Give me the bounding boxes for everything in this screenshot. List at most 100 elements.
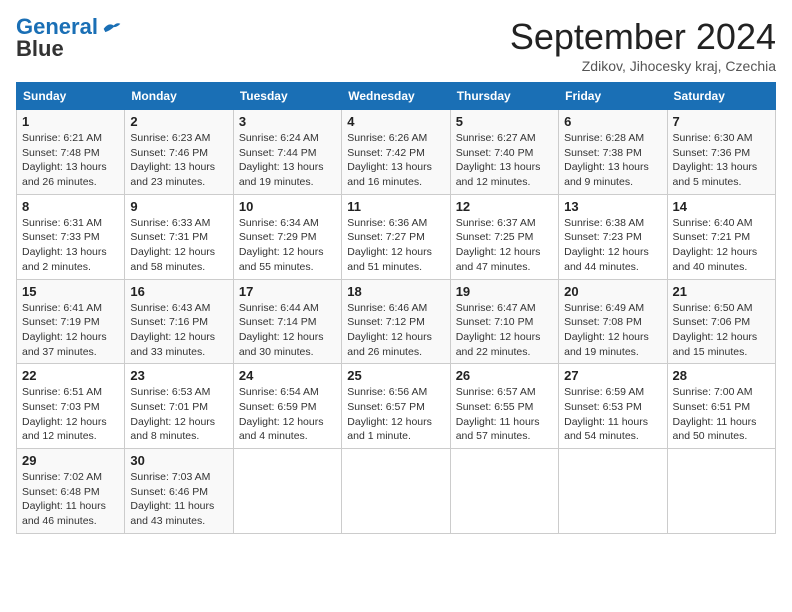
logo: General Blue (16, 16, 122, 60)
day-info: Sunrise: 6:24 AM Sunset: 7:44 PM Dayligh… (239, 131, 336, 190)
day-number: 28 (673, 368, 770, 383)
calendar-day-24: 24Sunrise: 6:54 AM Sunset: 6:59 PM Dayli… (233, 364, 341, 449)
day-info: Sunrise: 6:57 AM Sunset: 6:55 PM Dayligh… (456, 385, 553, 444)
weekday-header-tuesday: Tuesday (233, 83, 341, 110)
day-number: 25 (347, 368, 444, 383)
calendar-day-15: 15 Sunrise: 6:41 AM Sunset: 7:19 PM Dayli… (17, 279, 125, 364)
calendar-day-1: 1 Sunrise: 6:21 AM Sunset: 7:48 PM Daylig… (17, 110, 125, 195)
calendar-day-6: 6 Sunrise: 6:28 AM Sunset: 7:38 PM Daylig… (559, 110, 667, 195)
day-info: Sunrise: 6:53 AM Sunset: 7:01 PM Dayligh… (130, 385, 227, 444)
day-info: Sunrise: 6:28 AM Sunset: 7:38 PM Dayligh… (564, 131, 661, 190)
calendar-day-20: 20Sunrise: 6:49 AM Sunset: 7:08 PM Dayli… (559, 279, 667, 364)
day-info: Sunrise: 6:38 AM Sunset: 7:23 PM Dayligh… (564, 216, 661, 275)
calendar-week-1: 1 Sunrise: 6:21 AM Sunset: 7:48 PM Daylig… (17, 110, 776, 195)
weekday-header-monday: Monday (125, 83, 233, 110)
day-info: Sunrise: 7:02 AM Sunset: 6:48 PM Dayligh… (22, 470, 119, 529)
day-info: Sunrise: 6:31 AM Sunset: 7:33 PM Dayligh… (22, 216, 119, 275)
calendar-day-29: 29 Sunrise: 7:02 AM Sunset: 6:48 PM Dayli… (17, 449, 125, 534)
logo-bird-icon (102, 20, 122, 36)
calendar-day-27: 27 Sunrise: 6:59 AM Sunset: 6:53 PM Dayli… (559, 364, 667, 449)
day-number: 21 (673, 284, 770, 299)
day-info: Sunrise: 6:44 AM Sunset: 7:14 PM Dayligh… (239, 301, 336, 360)
calendar-day-2: 2 Sunrise: 6:23 AM Sunset: 7:46 PM Daylig… (125, 110, 233, 195)
calendar-day-25: 25 Sunrise: 6:56 AM Sunset: 6:57 PM Dayli… (342, 364, 450, 449)
day-number: 12 (456, 199, 553, 214)
calendar-day-10: 10 Sunrise: 6:34 AM Sunset: 7:29 PM Dayli… (233, 194, 341, 279)
calendar-day-21: 21 Sunrise: 6:50 AM Sunset: 7:06 PM Dayli… (667, 279, 775, 364)
calendar-week-4: 22 Sunrise: 6:51 AM Sunset: 7:03 PM Dayli… (17, 364, 776, 449)
day-info: Sunrise: 6:23 AM Sunset: 7:46 PM Dayligh… (130, 131, 227, 190)
calendar-day-17: 17Sunrise: 6:44 AM Sunset: 7:14 PM Dayli… (233, 279, 341, 364)
weekday-header-friday: Friday (559, 83, 667, 110)
day-info: Sunrise: 6:34 AM Sunset: 7:29 PM Dayligh… (239, 216, 336, 275)
day-number: 6 (564, 114, 661, 129)
month-title: September 2024 (510, 16, 776, 58)
weekday-header-row: SundayMondayTuesdayWednesdayThursdayFrid… (17, 83, 776, 110)
day-info: Sunrise: 6:56 AM Sunset: 6:57 PM Dayligh… (347, 385, 444, 444)
day-number: 5 (456, 114, 553, 129)
day-number: 26 (456, 368, 553, 383)
weekday-header-wednesday: Wednesday (342, 83, 450, 110)
empty-cell (450, 449, 558, 534)
day-number: 14 (673, 199, 770, 214)
day-number: 4 (347, 114, 444, 129)
empty-cell (233, 449, 341, 534)
day-number: 1 (22, 114, 119, 129)
calendar-week-5: 29 Sunrise: 7:02 AM Sunset: 6:48 PM Dayli… (17, 449, 776, 534)
weekday-header-saturday: Saturday (667, 83, 775, 110)
calendar-day-11: 11Sunrise: 6:36 AM Sunset: 7:27 PM Dayli… (342, 194, 450, 279)
calendar-day-14: 14 Sunrise: 6:40 AM Sunset: 7:21 PM Dayli… (667, 194, 775, 279)
day-number: 24 (239, 368, 336, 383)
day-number: 8 (22, 199, 119, 214)
calendar-day-26: 26 Sunrise: 6:57 AM Sunset: 6:55 PM Dayli… (450, 364, 558, 449)
empty-cell (342, 449, 450, 534)
logo-text: General Blue (16, 16, 98, 60)
empty-cell (559, 449, 667, 534)
title-block: September 2024 Zdikov, Jihocesky kraj, C… (510, 16, 776, 74)
calendar-day-9: 9 Sunrise: 6:33 AM Sunset: 7:31 PM Daylig… (125, 194, 233, 279)
day-info: Sunrise: 6:37 AM Sunset: 7:25 PM Dayligh… (456, 216, 553, 275)
calendar-day-3: 3 Sunrise: 6:24 AM Sunset: 7:44 PM Daylig… (233, 110, 341, 195)
day-info: Sunrise: 6:40 AM Sunset: 7:21 PM Dayligh… (673, 216, 770, 275)
day-number: 11 (347, 199, 444, 214)
day-number: 29 (22, 453, 119, 468)
day-info: Sunrise: 6:59 AM Sunset: 6:53 PM Dayligh… (564, 385, 661, 444)
calendar-day-5: 5 Sunrise: 6:27 AM Sunset: 7:40 PM Daylig… (450, 110, 558, 195)
day-info: Sunrise: 6:33 AM Sunset: 7:31 PM Dayligh… (130, 216, 227, 275)
location-subtitle: Zdikov, Jihocesky kraj, Czechia (510, 58, 776, 74)
day-number: 18 (347, 284, 444, 299)
day-number: 20 (564, 284, 661, 299)
day-info: Sunrise: 6:21 AM Sunset: 7:48 PM Dayligh… (22, 131, 119, 190)
day-number: 27 (564, 368, 661, 383)
day-number: 15 (22, 284, 119, 299)
calendar-day-12: 12 Sunrise: 6:37 AM Sunset: 7:25 PM Dayli… (450, 194, 558, 279)
empty-cell (667, 449, 775, 534)
day-number: 23 (130, 368, 227, 383)
calendar-day-4: 4 Sunrise: 6:26 AM Sunset: 7:42 PM Daylig… (342, 110, 450, 195)
calendar-day-19: 19Sunrise: 6:47 AM Sunset: 7:10 PM Dayli… (450, 279, 558, 364)
day-number: 10 (239, 199, 336, 214)
calendar-day-8: 8 Sunrise: 6:31 AM Sunset: 7:33 PM Daylig… (17, 194, 125, 279)
day-info: Sunrise: 6:46 AM Sunset: 7:12 PM Dayligh… (347, 301, 444, 360)
day-number: 2 (130, 114, 227, 129)
page-header: General Blue September 2024 Zdikov, Jiho… (16, 16, 776, 74)
day-info: Sunrise: 6:51 AM Sunset: 7:03 PM Dayligh… (22, 385, 119, 444)
calendar-week-3: 15 Sunrise: 6:41 AM Sunset: 7:19 PM Dayli… (17, 279, 776, 364)
day-info: Sunrise: 6:41 AM Sunset: 7:19 PM Dayligh… (22, 301, 119, 360)
day-info: Sunrise: 6:50 AM Sunset: 7:06 PM Dayligh… (673, 301, 770, 360)
day-number: 3 (239, 114, 336, 129)
weekday-header-sunday: Sunday (17, 83, 125, 110)
day-info: Sunrise: 6:26 AM Sunset: 7:42 PM Dayligh… (347, 131, 444, 190)
day-number: 9 (130, 199, 227, 214)
day-number: 16 (130, 284, 227, 299)
day-info: Sunrise: 7:03 AM Sunset: 6:46 PM Dayligh… (130, 470, 227, 529)
day-number: 30 (130, 453, 227, 468)
day-info: Sunrise: 6:47 AM Sunset: 7:10 PM Dayligh… (456, 301, 553, 360)
day-number: 13 (564, 199, 661, 214)
weekday-header-thursday: Thursday (450, 83, 558, 110)
calendar-day-28: 28Sunrise: 7:00 AM Sunset: 6:51 PM Dayli… (667, 364, 775, 449)
day-info: Sunrise: 6:27 AM Sunset: 7:40 PM Dayligh… (456, 131, 553, 190)
day-number: 22 (22, 368, 119, 383)
calendar-day-22: 22 Sunrise: 6:51 AM Sunset: 7:03 PM Dayli… (17, 364, 125, 449)
calendar-week-2: 8 Sunrise: 6:31 AM Sunset: 7:33 PM Daylig… (17, 194, 776, 279)
